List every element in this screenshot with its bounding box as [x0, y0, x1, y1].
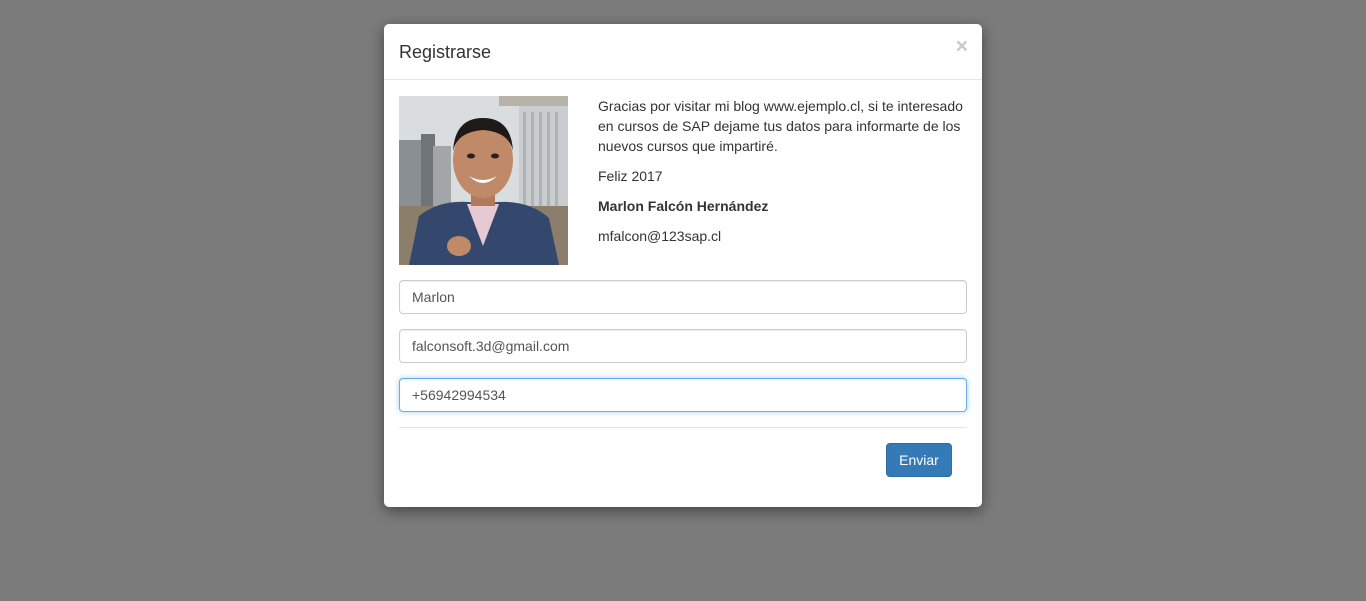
greeting: Feliz 2017 [598, 168, 663, 184]
name-input[interactable] [399, 280, 967, 314]
author-name: Marlon Falcón Hernández [598, 198, 769, 214]
modal-header: Registrarse × [384, 24, 982, 80]
close-button[interactable]: × [956, 36, 968, 57]
author-email: mfalcon@123sap.cl [598, 228, 722, 244]
register-modal: Registrarse × Gracias por visitar mi blo… [384, 24, 982, 507]
modal-title: Registrarse [399, 42, 492, 62]
submit-button[interactable]: Enviar [886, 443, 952, 477]
intro-text: Gracias por visitar mi blog www.ejemplo.… [598, 96, 970, 256]
phone-input[interactable] [399, 378, 967, 412]
modal-footer-divider [399, 427, 967, 428]
author-photo [399, 96, 568, 265]
intro-message: Gracias por visitar mi blog www.ejemplo.… [598, 98, 963, 154]
email-input[interactable] [399, 329, 967, 363]
